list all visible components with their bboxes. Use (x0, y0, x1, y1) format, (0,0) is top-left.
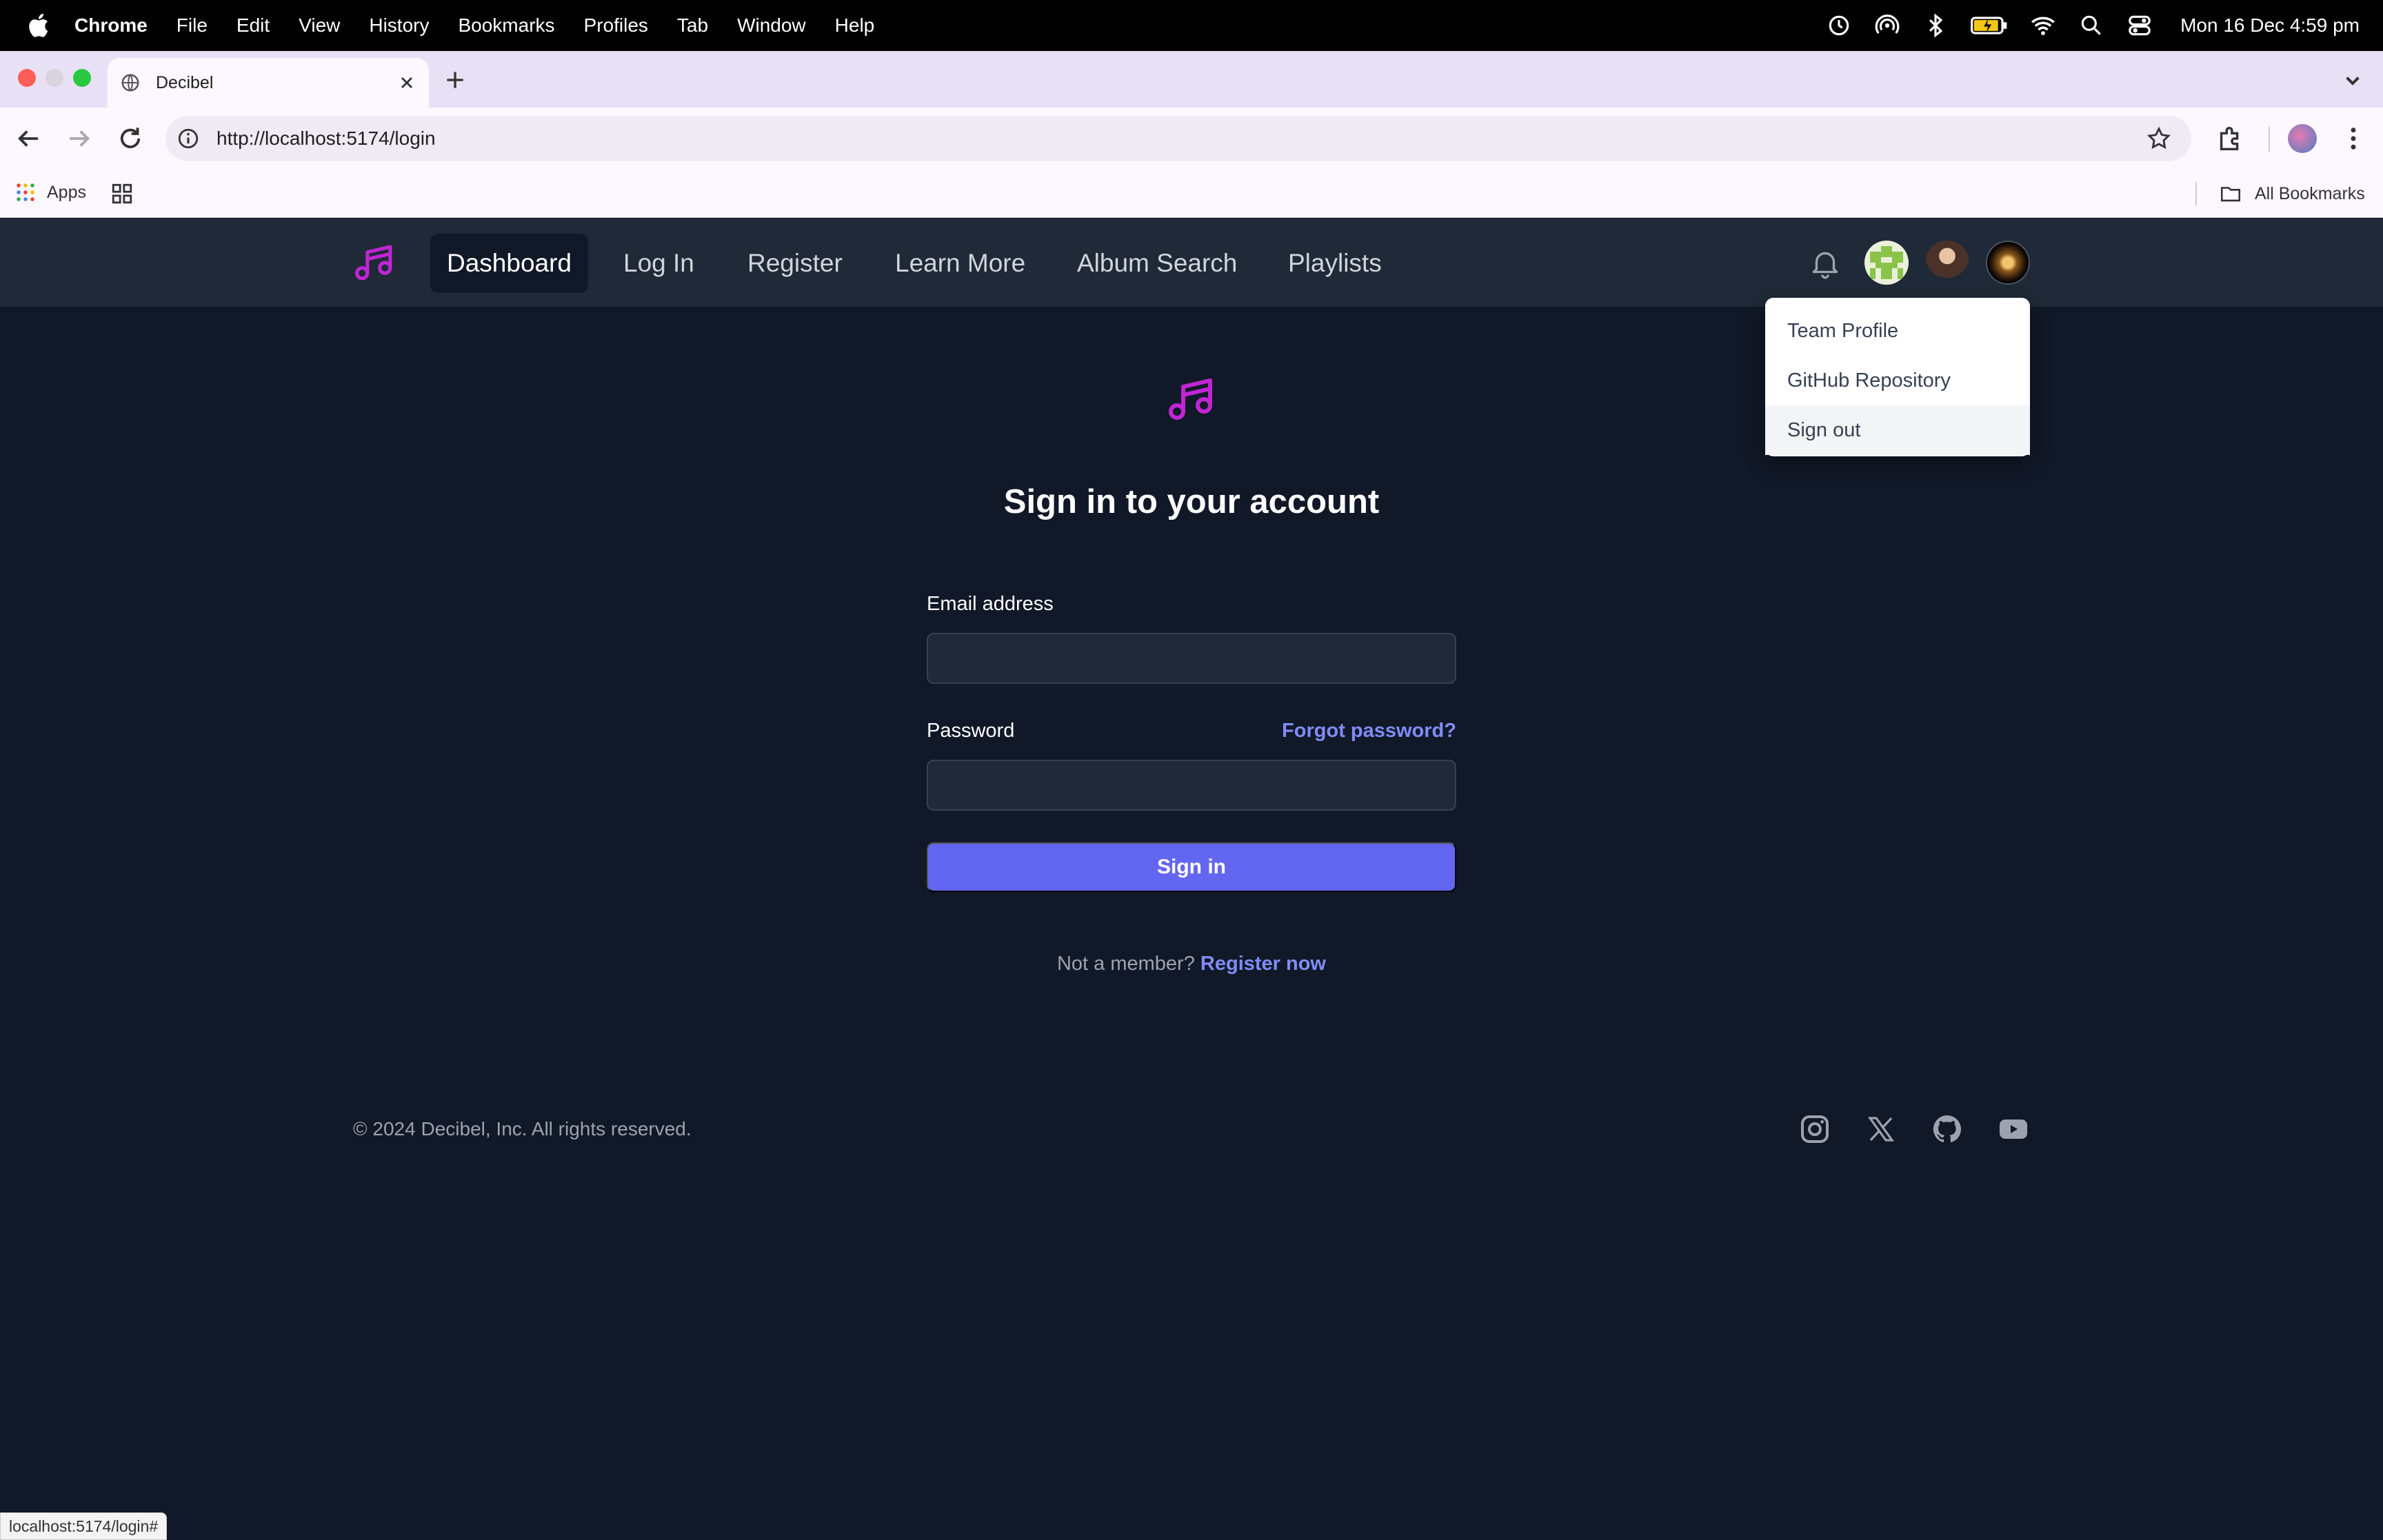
menu-bar-clock[interactable]: Mon 16 Dec 4:59 pm (2180, 14, 2360, 37)
bookmark-apps[interactable]: Apps (15, 182, 86, 203)
window-close-button[interactable] (18, 69, 36, 87)
bookmarks-bar: Apps All Bookmarks (0, 170, 2383, 218)
email-field[interactable] (927, 633, 1456, 684)
menu-item-team-profile[interactable]: Team Profile (1765, 306, 2030, 356)
forward-arrow-icon[interactable] (65, 124, 94, 153)
nav-log-in[interactable]: Log In (607, 234, 711, 293)
reload-icon[interactable] (116, 124, 145, 153)
time-machine-icon[interactable] (1826, 12, 1852, 39)
menu-history[interactable]: History (369, 14, 429, 37)
browser-tab-strip: Decibel (0, 51, 2383, 108)
control-center-icon[interactable] (2126, 12, 2153, 39)
bookmark-apps-label: Apps (47, 182, 86, 202)
browser-toolbar: http://localhost:5174/login (0, 108, 2383, 170)
menu-window[interactable]: Window (737, 14, 806, 37)
sign-in-button[interactable]: Sign in (927, 842, 1456, 892)
tab-title: Decibel (156, 72, 214, 92)
register-prompt: Not a member? Register now (0, 953, 2383, 975)
page-title: Sign in to your account (1003, 483, 1380, 520)
browser-tab-active[interactable]: Decibel (108, 58, 429, 108)
instagram-icon[interactable] (1798, 1113, 1831, 1146)
github-icon[interactable] (1931, 1113, 1964, 1146)
link-status-bubble: localhost:5174/login# (0, 1512, 168, 1540)
nav-learn-more[interactable]: Learn More (878, 234, 1042, 293)
nav-dashboard[interactable]: Dashboard (430, 234, 589, 293)
extensions-puzzle-icon[interactable] (2215, 123, 2246, 154)
user-avatar-1[interactable] (1864, 241, 1909, 285)
tab-close-icon[interactable] (397, 73, 416, 92)
not-member-text: Not a member? (1056, 953, 1195, 975)
x-icon[interactable] (1864, 1113, 1898, 1146)
spotlight-search-icon[interactable] (2078, 12, 2104, 39)
user-menu-dropdown: Team Profile GitHub Repository Sign out (1765, 298, 2030, 456)
nav-register[interactable]: Register (731, 234, 859, 293)
menu-item-sign-out[interactable]: Sign out (1765, 405, 2030, 455)
back-arrow-icon[interactable] (14, 124, 43, 153)
tab-search-chevron-down-icon[interactable] (2339, 66, 2366, 94)
menu-bookmarks[interactable]: Bookmarks (458, 14, 554, 37)
window-zoom-button[interactable] (73, 69, 91, 87)
apple-logo-icon[interactable] (26, 12, 54, 39)
pixel-avatar-image (1864, 241, 1909, 285)
password-field[interactable] (927, 760, 1456, 811)
macos-menu-bar: Chrome File Edit View History Bookmarks … (0, 0, 2383, 51)
apps-grid-icon (17, 183, 34, 201)
all-bookmarks-label: All Bookmarks (2255, 183, 2365, 203)
address-bar[interactable]: http://localhost:5174/login (165, 116, 2191, 161)
menu-file[interactable]: File (177, 14, 208, 37)
all-bookmarks-button[interactable]: All Bookmarks (2219, 182, 2365, 205)
password-label: Password (927, 720, 1015, 742)
register-now-link[interactable]: Register now (1200, 953, 1326, 975)
address-bar-url[interactable]: http://localhost:5174/login (217, 128, 2146, 150)
battery-icon[interactable] (1971, 12, 2008, 39)
decibel-music-note-logo-icon (1169, 378, 1212, 420)
menu-edit[interactable]: Edit (237, 14, 270, 37)
youtube-icon[interactable] (1997, 1113, 2030, 1146)
notifications-bell-icon[interactable] (1808, 246, 1842, 281)
menu-help[interactable]: Help (835, 14, 875, 37)
menu-bar-status-area: Mon 16 Dec 4:59 pm (1826, 0, 2360, 51)
new-tab-plus-icon[interactable] (441, 66, 469, 94)
menu-app-name[interactable]: Chrome (74, 14, 148, 37)
menu-profiles[interactable]: Profiles (584, 14, 648, 37)
window-minimize-button[interactable] (46, 69, 63, 87)
bluetooth-icon[interactable] (1922, 12, 1949, 39)
user-avatar-2[interactable] (1925, 241, 1969, 285)
app-navigation-bar: Dashboard Log In Register Learn More Alb… (0, 219, 2383, 307)
airdrop-icon[interactable] (1874, 12, 1900, 39)
globe-favicon-icon (121, 74, 139, 92)
user-avatar-3[interactable] (1986, 241, 2030, 285)
decibel-music-note-logo-icon[interactable] (353, 243, 396, 282)
nav-album-search[interactable]: Album Search (1060, 234, 1254, 293)
toolbar-separator (2269, 127, 2270, 152)
site-info-icon[interactable] (177, 127, 200, 150)
menu-tab[interactable]: Tab (677, 14, 708, 37)
menu-item-github-repository[interactable]: GitHub Repository (1765, 356, 2030, 405)
menu-view[interactable]: View (299, 14, 340, 37)
folder-icon (2220, 187, 2241, 202)
chrome-profile-avatar[interactable] (2288, 124, 2317, 153)
bookmarks-divider (2195, 182, 2197, 205)
chrome-menu-kebab-icon[interactable] (2339, 124, 2368, 153)
bookmark-star-icon[interactable] (2146, 125, 2172, 152)
wifi-icon[interactable] (2030, 12, 2056, 39)
footer-copyright: © 2024 Decibel, Inc. All rights reserved… (353, 1118, 692, 1139)
forgot-password-link[interactable]: Forgot password? (1282, 720, 1456, 742)
nav-playlists[interactable]: Playlists (1271, 234, 1398, 293)
tab-groups-grid-icon[interactable] (110, 182, 134, 205)
email-label: Email address (927, 593, 1054, 615)
